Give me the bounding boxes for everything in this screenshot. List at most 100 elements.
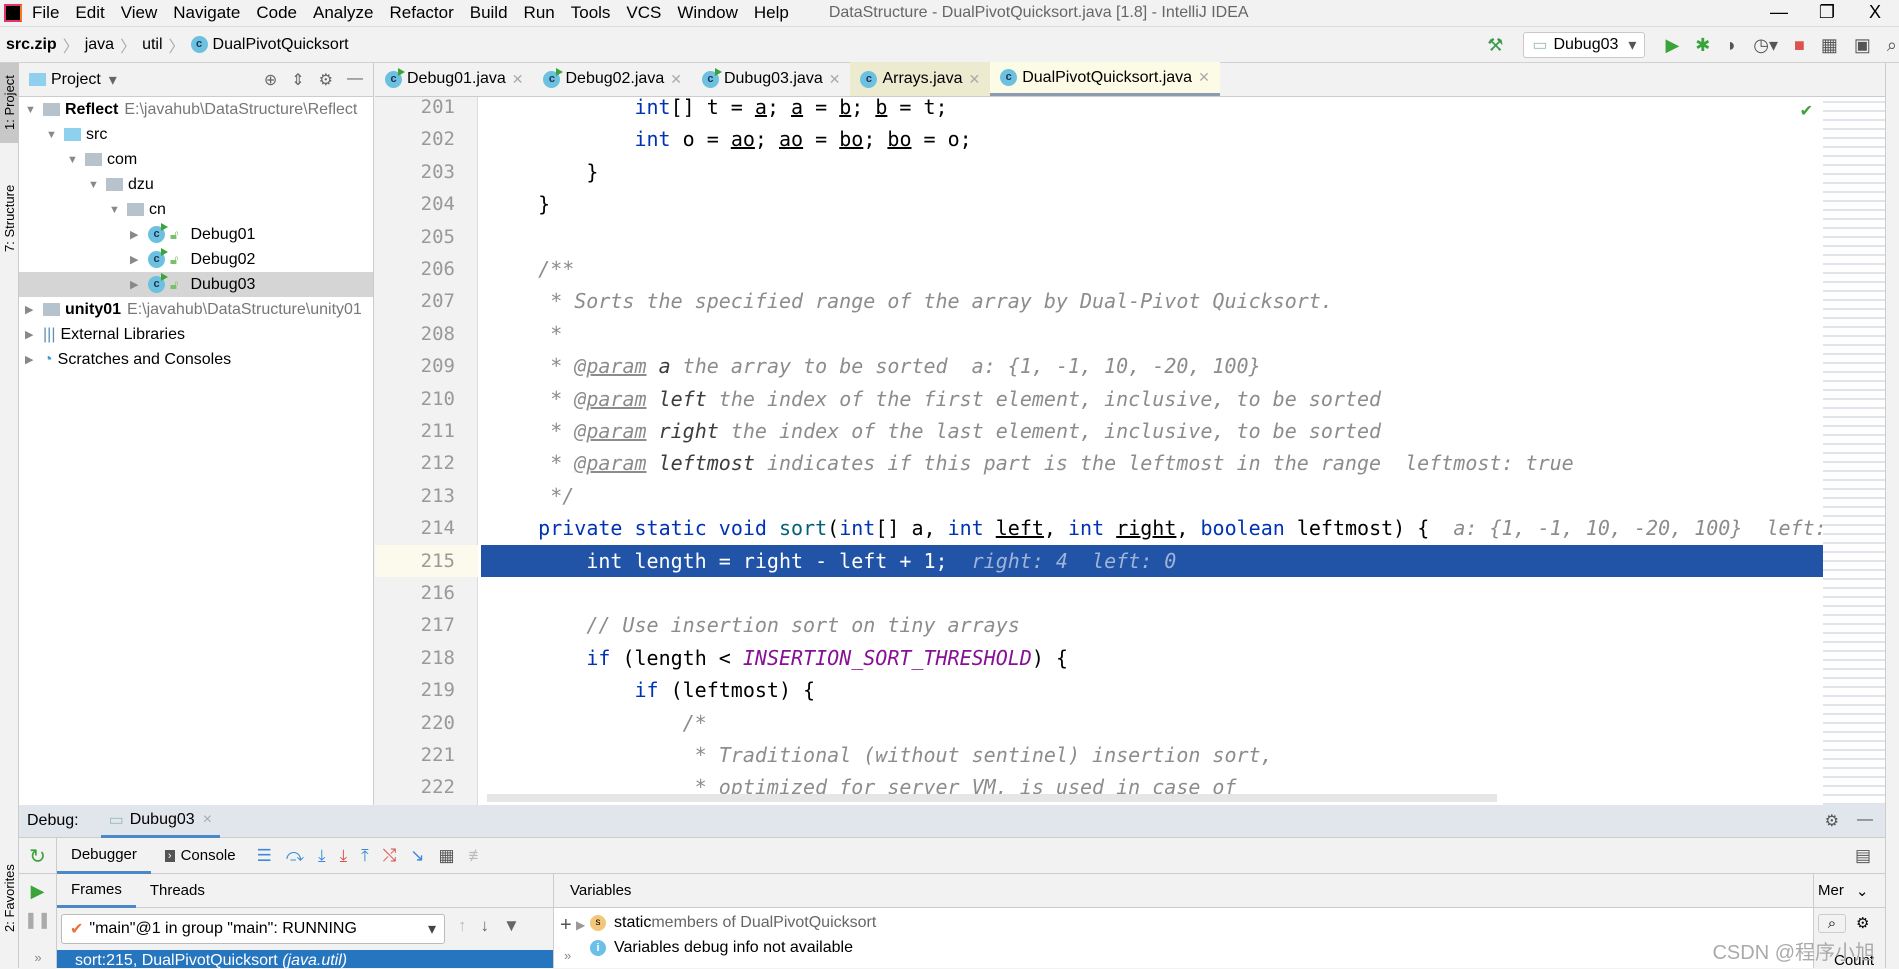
editor-tab[interactable]: c Debug01.java ✕ xyxy=(375,62,533,96)
arrow-down-icon[interactable]: ↓ xyxy=(481,916,490,936)
debug-session-tab[interactable]: ▭ Dubug03 × xyxy=(100,805,221,838)
horizontal-scrollbar[interactable] xyxy=(487,794,1497,802)
editor-tab[interactable]: c Arrays.java ✕ xyxy=(850,62,991,96)
minimap[interactable] xyxy=(1823,97,1885,805)
tree-item[interactable]: ▶ ◔ Scratches and Consoles xyxy=(19,347,373,372)
hide-icon[interactable]: — xyxy=(347,70,363,90)
collapsed-arrow-icon[interactable]: ▶ xyxy=(25,303,37,316)
trace-icon[interactable]: ≢ xyxy=(469,846,486,866)
evaluate-expression-icon[interactable]: ▦ xyxy=(438,846,454,866)
search-icon[interactable]: ⌕ xyxy=(1887,35,1897,56)
restore-button[interactable]: ❐ xyxy=(1803,0,1851,27)
variable-row[interactable]: s static members of DualPivotQuicksort xyxy=(590,911,876,935)
tree-item[interactable]: ▼ cn xyxy=(19,197,373,222)
close-tab-icon[interactable]: ✕ xyxy=(512,71,524,88)
gear-icon[interactable]: ⚙ xyxy=(1856,914,1869,933)
add-watch-icon[interactable]: + xyxy=(560,914,572,937)
tab-threads[interactable]: Threads xyxy=(136,874,219,908)
expanded-arrow-icon[interactable]: ▼ xyxy=(25,104,37,116)
expand-icon[interactable]: ▶ xyxy=(576,918,585,932)
close-tab-icon[interactable]: ✕ xyxy=(968,71,980,88)
tab-structure-tool[interactable]: 7: Structure xyxy=(0,163,19,273)
tree-item[interactable]: ▼ src xyxy=(19,122,373,147)
tree-item[interactable]: ▶ c 🔓︎ Debug02 xyxy=(19,247,373,272)
tab-frames[interactable]: Frames xyxy=(57,874,136,908)
show-execution-point-icon[interactable]: ☰ xyxy=(257,846,272,866)
menu-tools[interactable]: Tools xyxy=(571,3,611,23)
expanded-arrow-icon[interactable]: ▼ xyxy=(109,204,121,216)
menu-vcs[interactable]: VCS xyxy=(626,3,661,23)
filter-icon[interactable]: ▼ xyxy=(503,916,520,936)
collapsed-arrow-icon[interactable]: ▶ xyxy=(130,228,142,241)
coverage-icon[interactable]: ◗ xyxy=(1726,35,1737,56)
run-icon[interactable]: ▶ xyxy=(1665,35,1679,56)
step-into-icon[interactable]: ⤓ xyxy=(318,846,326,866)
tab-favorites-tool[interactable]: 2: Favorites xyxy=(0,843,19,953)
resume-icon[interactable]: ▶ xyxy=(19,881,56,902)
tab-debugger[interactable]: Debugger xyxy=(57,838,151,874)
close-button[interactable]: X xyxy=(1851,0,1899,27)
run-configuration-select[interactable]: ▭ Dubug03 ▾ xyxy=(1523,32,1646,58)
tree-item[interactable]: ▶ ||| External Libraries xyxy=(19,322,373,347)
tree-item[interactable]: ▶ c 🔓︎ Debug01 xyxy=(19,222,373,247)
pause-icon[interactable]: ❚❚ xyxy=(19,910,56,930)
close-tab-icon[interactable]: ✕ xyxy=(1198,69,1210,86)
tree-item[interactable]: ▶ c 🔓︎ Dubug03 xyxy=(19,272,373,297)
breadcrumb-item[interactable]: util xyxy=(142,36,162,54)
gear-icon[interactable]: ⚙ xyxy=(1825,811,1839,831)
collapsed-arrow-icon[interactable]: ▶ xyxy=(25,328,37,341)
step-over-icon[interactable]: ⤼ xyxy=(286,846,304,866)
menu-refactor[interactable]: Refactor xyxy=(389,3,453,23)
tab-memory[interactable]: Mer xyxy=(1818,882,1844,899)
build-hammer-icon[interactable]: ⚒ xyxy=(1487,35,1503,56)
more-icon[interactable]: » xyxy=(564,948,571,963)
collapsed-arrow-icon[interactable]: ▶ xyxy=(25,353,37,366)
breadcrumb-item[interactable]: src.zip xyxy=(6,36,57,54)
hide-icon[interactable]: — xyxy=(1857,811,1873,831)
close-tab-icon[interactable]: × xyxy=(203,811,212,829)
terminal-icon[interactable]: ▣ xyxy=(1854,35,1871,56)
expanded-arrow-icon[interactable]: ▼ xyxy=(67,154,79,166)
project-view-select[interactable]: Project xyxy=(51,71,101,89)
locate-icon[interactable]: ⊕ xyxy=(264,70,277,90)
more-icon[interactable]: » xyxy=(19,950,57,965)
stop-icon[interactable]: ■ xyxy=(1794,35,1805,56)
breadcrumb-item[interactable]: DualPivotQuicksort xyxy=(213,36,349,54)
menu-run[interactable]: Run xyxy=(524,3,555,23)
code-editor[interactable]: 201 202 203 204 205 206 207 208 209 210 211 212 213 2… xyxy=(375,97,1885,805)
editor-tab[interactable]: c Debug02.java ✕ xyxy=(533,62,691,96)
menu-view[interactable]: View xyxy=(121,3,158,23)
drop-frame-icon[interactable]: ⤭ xyxy=(383,846,397,866)
menu-edit[interactable]: Edit xyxy=(75,3,104,23)
tree-item[interactable]: ▶ unity01 E:\javahub\DataStructure\unity01 xyxy=(19,297,373,322)
close-tab-icon[interactable]: ✕ xyxy=(670,71,682,88)
tree-item[interactable]: ▼ Reflect E:\javahub\DataStructure\Reflect xyxy=(19,97,373,122)
close-tab-icon[interactable]: ✕ xyxy=(829,71,841,88)
tree-item[interactable]: ▼ dzu xyxy=(19,172,373,197)
search-icon[interactable]: ⌕ xyxy=(1818,914,1846,933)
frame-row-selected[interactable]: sort:215, DualPivotQuicksort (java.util) xyxy=(57,950,553,968)
gear-icon[interactable]: ⚙ xyxy=(319,70,333,90)
editor-tab[interactable]: c DualPivotQuicksort.java ✕ xyxy=(990,62,1220,96)
menu-analyze[interactable]: Analyze xyxy=(313,3,373,23)
expanded-arrow-icon[interactable]: ▼ xyxy=(46,129,58,141)
tab-project-tool[interactable]: 1: Project xyxy=(0,63,19,143)
debug-bug-icon[interactable]: ✱ xyxy=(1695,35,1710,56)
force-step-into-icon[interactable]: ⤓ xyxy=(340,846,348,866)
profile-icon[interactable]: ◷▾ xyxy=(1753,35,1778,56)
editor-tab[interactable]: c Dubug03.java ✕ xyxy=(692,62,850,96)
menu-navigate[interactable]: Navigate xyxy=(173,3,240,23)
chevron-down-icon[interactable]: ⌄ xyxy=(1856,882,1869,900)
project-structure-icon[interactable]: ▦ xyxy=(1821,35,1838,56)
collapsed-arrow-icon[interactable]: ▶ xyxy=(130,253,142,266)
tree-item[interactable]: ▼ com xyxy=(19,147,373,172)
menu-file[interactable]: File xyxy=(32,3,59,23)
menu-code[interactable]: Code xyxy=(256,3,297,23)
breadcrumb-item[interactable]: java xyxy=(85,36,114,54)
thread-select[interactable]: ✔ "main"@1 in group "main": RUNNING ▾ xyxy=(61,914,445,944)
menu-build[interactable]: Build xyxy=(470,3,508,23)
collapse-all-icon[interactable]: ⇕ xyxy=(291,70,304,90)
arrow-up-icon[interactable]: ↑ xyxy=(458,916,467,936)
run-to-cursor-icon[interactable]: ↘ xyxy=(410,846,424,866)
tab-console[interactable]: › Console xyxy=(151,838,250,874)
